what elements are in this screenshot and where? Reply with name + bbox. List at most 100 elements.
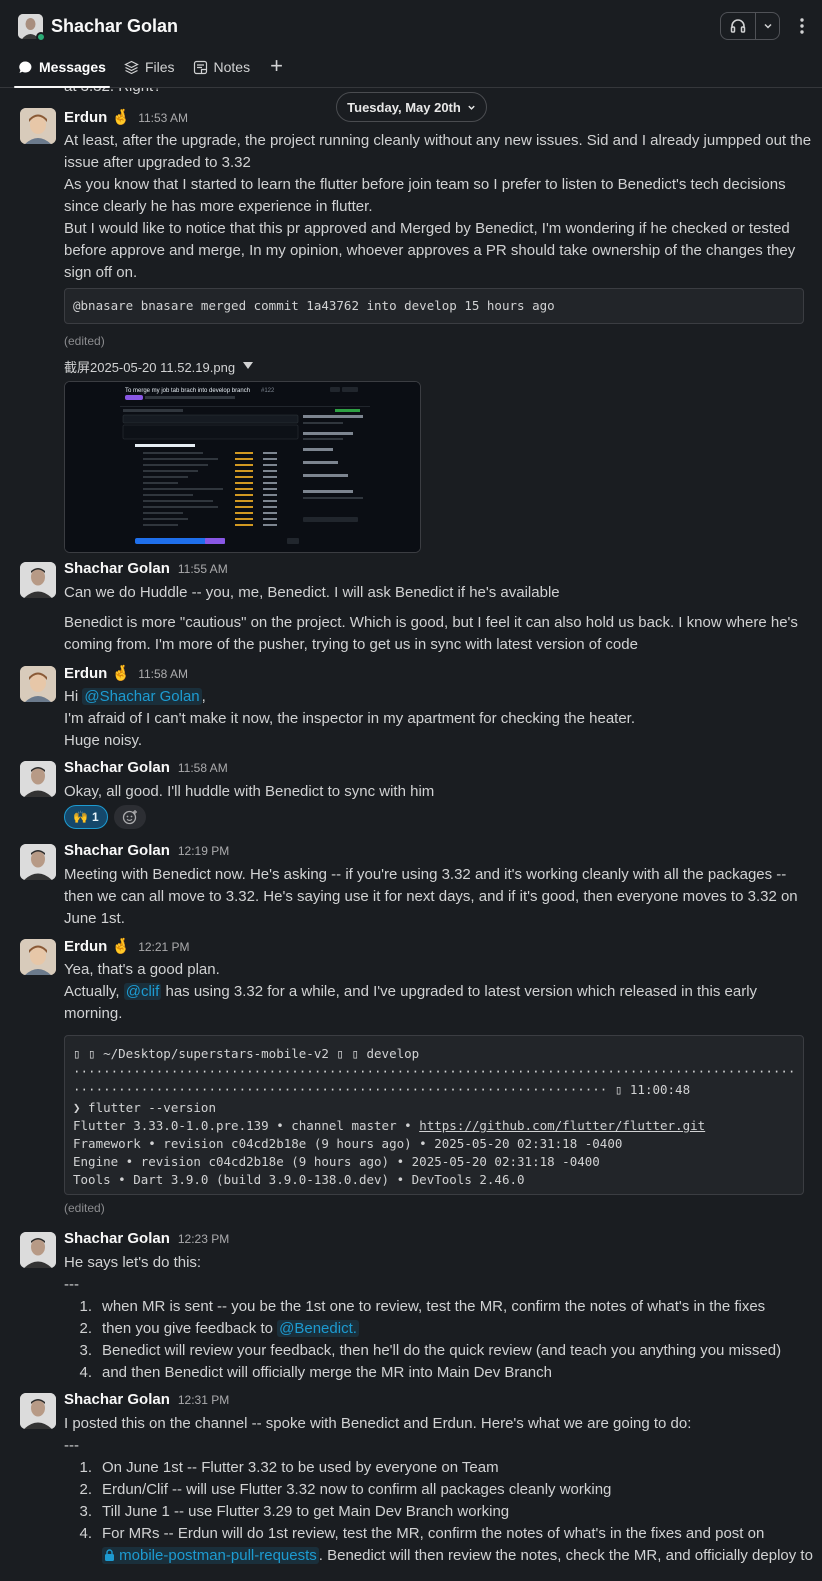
tab-messages[interactable]: Messages <box>14 52 110 88</box>
conversation-title[interactable]: Shachar Golan <box>51 16 178 37</box>
code-block: @bnasare bnasare merged commit 1a43762 i… <box>64 288 804 324</box>
raised-hands-emoji: 🙌 <box>73 810 88 824</box>
numbered-list: 1. On June 1st -- Flutter 3.32 to be used… <box>64 1457 813 1567</box>
list-item: 4. and then Benedict will officially merg… <box>79 1364 552 1381</box>
message-author[interactable]: Erdun 🤞 <box>64 664 130 682</box>
message-text: coming from. I'm more of the pusher, try… <box>64 636 638 653</box>
message-text: But I would like to notice that this pr … <box>64 220 790 237</box>
conversation-header: Shachar Golan Messages Files Notes + <box>0 0 822 88</box>
more-options-icon[interactable] <box>794 17 810 35</box>
message-timestamp[interactable]: 11:53 AM <box>138 111 188 125</box>
add-emoji-icon <box>122 810 137 825</box>
message-timestamp[interactable]: 12:21 PM <box>138 940 189 954</box>
avatar[interactable] <box>18 13 46 42</box>
message-text: He says let's do this: <box>64 1254 202 1271</box>
message-text: sign off on. <box>64 264 138 281</box>
message-author[interactable]: Shachar Golan <box>64 1230 170 1247</box>
image-attachment[interactable]: To merge my job tab brach into develop b… <box>64 381 421 553</box>
user-mention[interactable]: @Benedict. <box>277 1320 359 1337</box>
message-text: --- <box>64 1276 79 1293</box>
list-item: 1. when MR is sent -- you be the 1st one … <box>79 1298 766 1315</box>
add-tab-button[interactable]: + <box>270 52 283 80</box>
add-reaction-button[interactable] <box>113 805 146 829</box>
message-text: Hi @Shachar Golan, <box>64 688 206 705</box>
headphones-icon[interactable] <box>721 13 755 39</box>
list-item: 4. For MRs -- Erdun will do 1st review, t… <box>79 1525 765 1542</box>
reactions-bar: 🙌 1 <box>64 805 804 829</box>
edited-label: (edited) <box>64 1201 105 1215</box>
chevron-down-icon[interactable] <box>755 13 779 39</box>
message-author[interactable]: Erdun 🤞 <box>64 937 130 955</box>
message-timestamp[interactable]: 12:19 PM <box>178 844 229 858</box>
screenshot-title: To merge my job tab brach into develop b… <box>125 388 250 394</box>
message-text: Okay, all good. I'll huddle with Benedic… <box>64 783 435 800</box>
list-item-continuation: mobile-postman-pull-requests. Benedict w… <box>64 1545 813 1567</box>
avatar[interactable] <box>20 108 56 144</box>
channel-link[interactable]: mobile-postman-pull-requests <box>102 1547 319 1564</box>
message-text: before approve and merge, In my opinion,… <box>64 242 796 259</box>
list-item: 2. then you give feedback to @Benedict. <box>79 1320 359 1337</box>
flutter-repo-link[interactable]: https://github.com/flutter/flutter.git <box>419 1118 705 1133</box>
message-author[interactable]: Erdun 🤞 <box>64 108 130 126</box>
avatar[interactable] <box>20 1393 56 1429</box>
message-text: at 3.32. Right? <box>64 88 162 98</box>
message-feed: at 3.32. Right? Erdun 🤞 11:53 AM At leas… <box>0 88 822 1581</box>
file-attachment-label[interactable]: 截屏2025-05-20 11.52.19.png <box>64 355 804 377</box>
list-item: 2. Erdun/Clif -- will use Flutter 3.32 no… <box>79 1481 612 1498</box>
message-text: June 1st. <box>64 910 125 927</box>
caret-down-icon <box>243 362 254 369</box>
notes-icon <box>193 60 207 74</box>
message-text: Benedict is more "cautious" on the proje… <box>64 614 798 631</box>
user-mention[interactable]: @clif <box>123 983 162 1000</box>
chevron-down-icon <box>468 105 475 110</box>
tab-files[interactable]: Files <box>124 52 175 82</box>
message-text: then we can all move to 3.32. He's sayin… <box>64 888 798 905</box>
numbered-list: 1. when MR is sent -- you be the 1st one … <box>64 1296 804 1384</box>
lock-icon <box>105 1549 114 1561</box>
tab-bar: Messages Files Notes + <box>14 52 283 88</box>
avatar[interactable] <box>20 939 56 975</box>
avatar[interactable] <box>20 761 56 797</box>
avatar[interactable] <box>20 562 56 598</box>
files-icon <box>124 60 139 74</box>
avatar[interactable] <box>20 844 56 880</box>
user-mention[interactable]: @Shachar Golan <box>82 688 202 705</box>
message-author[interactable]: Shachar Golan <box>64 759 170 776</box>
message-text: Can we do Huddle -- you, me, Benedict. I… <box>64 584 560 601</box>
message-text: I posted this on the channel -- spoke wi… <box>64 1415 692 1432</box>
huddle-button[interactable] <box>720 12 780 40</box>
message-text: Actually, @clif has using 3.32 for a whi… <box>64 983 758 1000</box>
list-item: 1. On June 1st -- Flutter 3.32 to be used… <box>79 1459 499 1476</box>
message-text: Meeting with Benedict now. He's asking -… <box>64 866 787 883</box>
message-text: since clearly he has more experience in … <box>64 198 373 215</box>
message-timestamp[interactable]: 12:23 PM <box>178 1232 229 1246</box>
edited-label: (edited) <box>64 334 105 348</box>
message-timestamp[interactable]: 12:31 PM <box>178 1393 229 1407</box>
message-timestamp[interactable]: 11:58 AM <box>178 761 228 775</box>
message-timestamp[interactable]: 11:55 AM <box>178 562 228 576</box>
message-author[interactable]: Shachar Golan <box>64 1391 170 1408</box>
message-timestamp[interactable]: 11:58 AM <box>138 667 188 681</box>
tab-notes[interactable]: Notes <box>193 52 250 82</box>
message-text: At least, after the upgrade, the project… <box>64 132 812 149</box>
message-author[interactable]: Shachar Golan <box>64 842 170 859</box>
svg-text:#122: #122 <box>261 388 275 394</box>
message-text: I'm afraid of I can't make it now, the i… <box>64 710 636 727</box>
avatar[interactable] <box>20 1232 56 1268</box>
reaction-count: 1 <box>91 810 99 824</box>
message-icon <box>19 60 32 73</box>
message-text: morning. <box>64 1005 123 1022</box>
message-text: Yea, that's a good plan. <box>64 961 220 978</box>
avatar[interactable] <box>20 666 56 702</box>
list-item: 3. Till June 1 -- use Flutter 3.29 to get… <box>79 1503 510 1520</box>
presence-indicator <box>36 31 46 42</box>
message-text: Huge noisy. <box>64 732 143 749</box>
code-block: ▯ ▯ ~/Desktop/superstars-mobile-v2 ▯ ▯ d… <box>64 1035 804 1195</box>
message-text: issue after upgraded to 3.32 <box>64 154 251 171</box>
message-text: --- <box>64 1437 79 1454</box>
message-author[interactable]: Shachar Golan <box>64 560 170 577</box>
list-item: 3. Benedict will review your feedback, th… <box>79 1342 782 1359</box>
date-divider[interactable]: Tuesday, May 20th <box>336 92 487 122</box>
reaction-pill[interactable]: 🙌 1 <box>64 805 108 829</box>
message-text: As you know that I started to learn the … <box>64 176 786 193</box>
